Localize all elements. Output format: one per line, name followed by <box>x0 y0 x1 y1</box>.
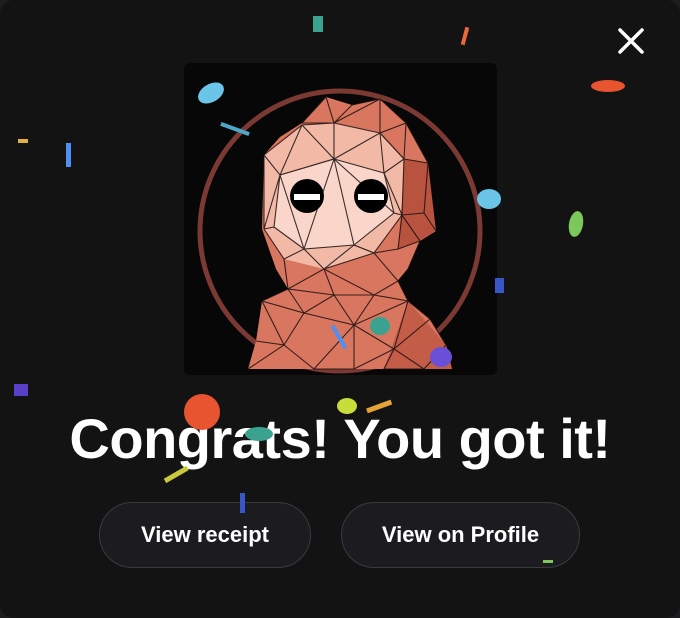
close-button[interactable] <box>616 26 646 56</box>
confetti-piece <box>14 384 28 396</box>
low-poly-avatar-image <box>197 88 483 374</box>
view-on-profile-button[interactable]: View on Profile <box>341 502 580 568</box>
success-headline: Congrats! You got it! <box>69 407 611 470</box>
close-icon <box>618 28 644 54</box>
confetti-piece <box>313 16 323 32</box>
confetti-piece <box>18 139 28 143</box>
confetti-piece <box>66 143 71 167</box>
view-receipt-button[interactable]: View receipt <box>99 502 311 568</box>
success-dialog: Congrats! You got it! View receipt View … <box>0 0 680 618</box>
confetti-piece <box>568 211 584 237</box>
nft-artwork <box>184 63 497 375</box>
confetti-piece <box>460 26 470 46</box>
confetti-piece <box>591 80 625 92</box>
